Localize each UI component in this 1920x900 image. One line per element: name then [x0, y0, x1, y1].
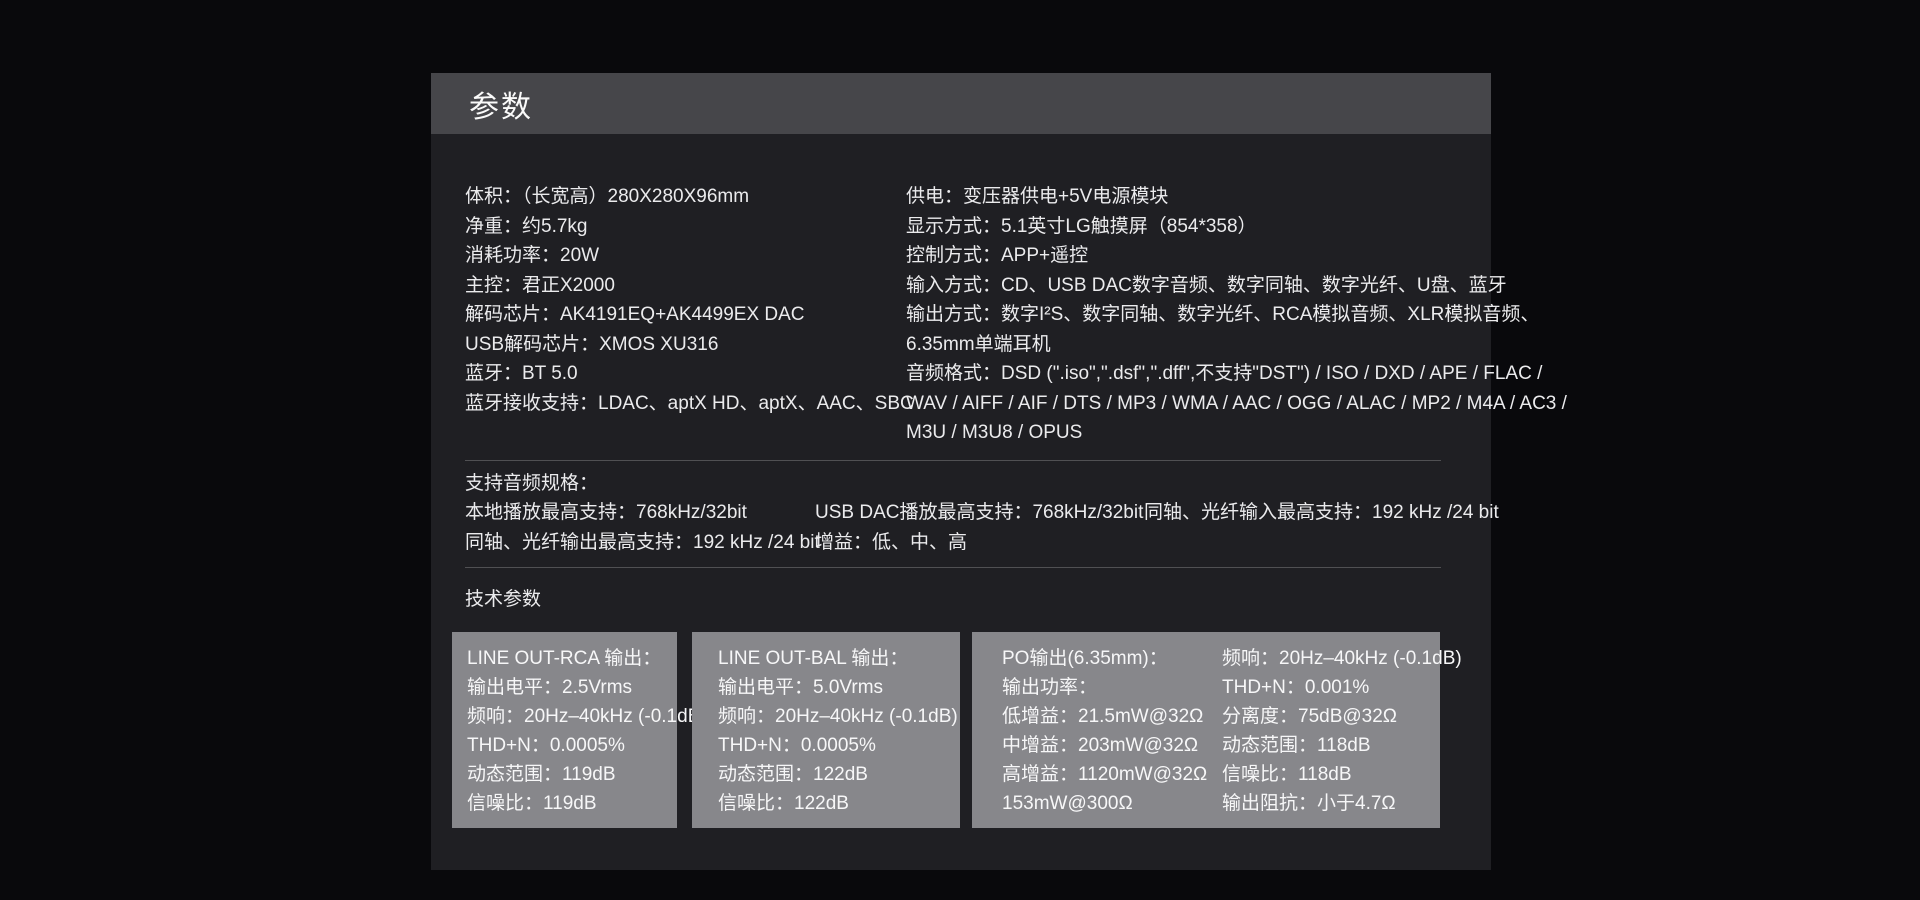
spec-line-power-consumption: 消耗功率：20W — [465, 241, 906, 271]
tech-box3-high-gain-cont: 153mW@300Ω — [1002, 789, 1222, 818]
tech-box2-title: LINE OUT-BAL 输出： — [718, 644, 960, 673]
tech-box-line-out-bal: LINE OUT-BAL 输出： 输出电平：5.0Vrms 频响：20Hz–40… — [692, 632, 960, 828]
audio-spec-usbdac-max: USB DAC播放最高支持：768kHz/32bit — [815, 498, 1144, 528]
spec-line-formats: 音频格式：DSD (".iso",".dsf",".dff",不支持"DST")… — [906, 359, 1567, 389]
tech-params-boxes: LINE OUT-RCA 输出： 输出电平：2.5Vrms 频响：20Hz–40… — [452, 632, 1440, 828]
spec-line-usb-chip: USB解码芯片：XMOS XU316 — [465, 330, 906, 360]
spec-line-bluetooth: 蓝牙：BT 5.0 — [465, 359, 906, 389]
tech-box3-right-column: 频响：20Hz–40kHz (-0.1dB) THD+N：0.001% 分离度：… — [1222, 644, 1462, 828]
audio-spec-local-max: 本地播放最高支持：768kHz/32bit — [465, 498, 815, 528]
tech-box3-left-column: PO输出(6.35mm)： 输出功率： 低增益：21.5mW@32Ω 中增益：2… — [1002, 644, 1222, 828]
spec-column-left: 体积：（长宽高）280X280X96mm 净重：约5.7kg 消耗功率：20W … — [465, 182, 906, 448]
spec-line-outputs-cont: 6.35mm单端耳机 — [906, 330, 1567, 360]
tech-box2-dynamic-range: 动态范围：122dB — [718, 760, 960, 789]
tech-box2-thd: THD+N：0.0005% — [718, 731, 960, 760]
page-title: 参数 — [469, 82, 533, 126]
tech-box2-snr: 信噪比：122dB — [718, 789, 960, 818]
spec-line-volume: 体积：（长宽高）280X280X96mm — [465, 182, 906, 212]
audio-spec-gain: 增益：低、中、高 — [815, 528, 1144, 558]
tech-box3-dynamic-range: 动态范围：118dB — [1222, 731, 1462, 760]
audio-spec-section: 支持音频规格： 本地播放最高支持：768kHz/32bit USB DAC播放最… — [465, 469, 1441, 558]
tech-box-line-out-rca: LINE OUT-RCA 输出： 输出电平：2.5Vrms 频响：20Hz–40… — [452, 632, 677, 828]
tech-box3-output-power: 输出功率： — [1002, 673, 1222, 702]
tech-box-po-output: PO输出(6.35mm)： 输出功率： 低增益：21.5mW@32Ω 中增益：2… — [972, 632, 1440, 828]
tech-box3-thd: THD+N：0.001% — [1222, 673, 1462, 702]
divider-top — [465, 460, 1441, 461]
spec-line-power-supply: 供电：变压器供电+5V电源模块 — [906, 182, 1567, 212]
tech-box3-snr: 信噪比：118dB — [1222, 760, 1462, 789]
tech-box2-level: 输出电平：5.0Vrms — [718, 673, 960, 702]
spec-line-display: 显示方式：5.1英寸LG触摸屏（854*358） — [906, 212, 1567, 242]
panel-header: 参数 — [431, 73, 1491, 134]
spec-line-dac-chip: 解码芯片：AK4191EQ+AK4499EX DAC — [465, 300, 906, 330]
tech-box1-snr: 信噪比：119dB — [467, 789, 677, 818]
tech-box1-dynamic-range: 动态范围：119dB — [467, 760, 677, 789]
tech-box2-freq: 频响：20Hz–40kHz (-0.1dB) — [718, 702, 960, 731]
audio-spec-coax-output-max: 同轴、光纤输出最高支持：192 kHz /24 bit — [465, 528, 815, 558]
spec-line-main-controller: 主控：君正X2000 — [465, 271, 906, 301]
tech-box1-title: LINE OUT-RCA 输出： — [467, 644, 677, 673]
spec-line-control: 控制方式：APP+遥控 — [906, 241, 1567, 271]
tech-params-title: 技术参数 — [465, 585, 1441, 615]
spec-line-formats-cont2: M3U / M3U8 / OPUS — [906, 418, 1567, 448]
spec-line-inputs: 输入方式：CD、USB DAC数字音频、数字同轴、数字光纤、U盘、蓝牙 — [906, 271, 1567, 301]
tech-box1-freq: 频响：20Hz–40kHz (-0.1dB) — [467, 702, 677, 731]
divider-bottom — [465, 567, 1441, 568]
spec-line-formats-cont1: WAV / AIFF / AIF / DTS / MP3 / WMA / AAC… — [906, 389, 1567, 419]
spec-line-outputs: 输出方式：数字I²S、数字同轴、数字光纤、RCA模拟音频、XLR模拟音频、 — [906, 300, 1567, 330]
tech-box3-output-impedance: 输出阻抗：小于4.7Ω — [1222, 789, 1462, 818]
spec-panel: 参数 体积：（长宽高）280X280X96mm 净重：约5.7kg 消耗功率：2… — [431, 73, 1491, 870]
audio-spec-row-2: 同轴、光纤输出最高支持：192 kHz /24 bit 增益：低、中、高 — [465, 528, 1441, 558]
spec-columns: 体积：（长宽高）280X280X96mm 净重：约5.7kg 消耗功率：20W … — [465, 182, 1441, 448]
tech-box3-mid-gain: 中增益：203mW@32Ω — [1002, 731, 1222, 760]
spec-column-right: 供电：变压器供电+5V电源模块 显示方式：5.1英寸LG触摸屏（854*358）… — [906, 182, 1567, 448]
audio-spec-title: 支持音频规格： — [465, 469, 1441, 499]
tech-box1-level: 输出电平：2.5Vrms — [467, 673, 677, 702]
audio-spec-coax-input-max: 同轴、光纤输入最高支持：192 kHz /24 bit — [1144, 498, 1499, 528]
tech-box1-thd: THD+N：0.0005% — [467, 731, 677, 760]
tech-box3-separation: 分离度：75dB@32Ω — [1222, 702, 1462, 731]
audio-spec-row-1: 本地播放最高支持：768kHz/32bit USB DAC播放最高支持：768k… — [465, 498, 1441, 528]
tech-box3-low-gain: 低增益：21.5mW@32Ω — [1002, 702, 1222, 731]
spec-line-weight: 净重：约5.7kg — [465, 212, 906, 242]
tech-box3-high-gain: 高增益：1120mW@32Ω — [1002, 760, 1222, 789]
tech-box3-freq: 频响：20Hz–40kHz (-0.1dB) — [1222, 644, 1462, 673]
spec-line-bt-codecs: 蓝牙接收支持：LDAC、aptX HD、aptX、AAC、SBC — [465, 389, 906, 419]
tech-box3-title: PO输出(6.35mm)： — [1002, 644, 1222, 673]
